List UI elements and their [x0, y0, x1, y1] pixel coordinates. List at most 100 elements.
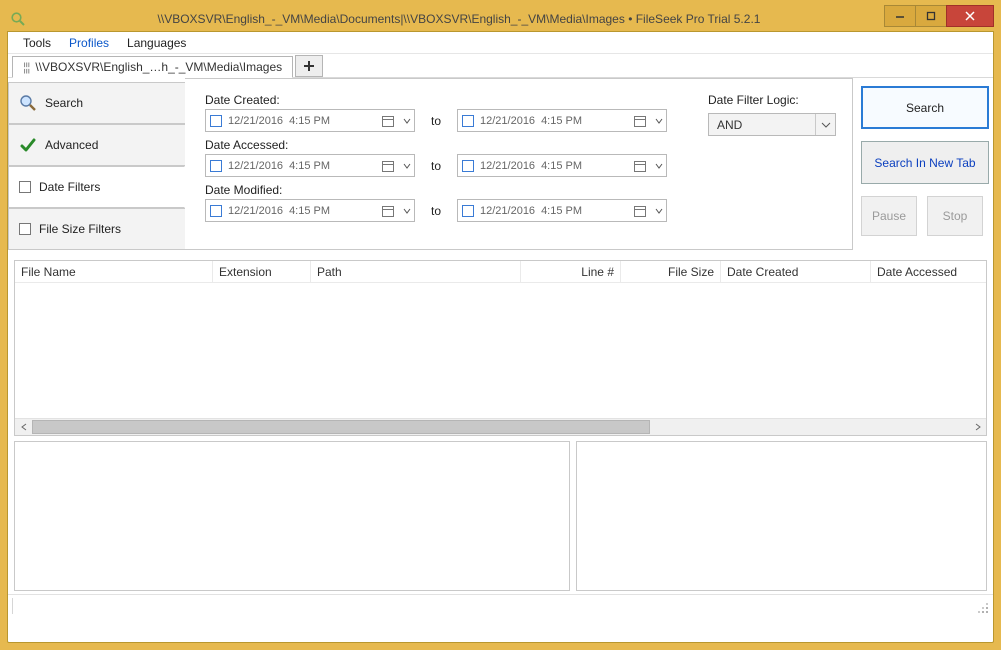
minimize-button[interactable]	[884, 5, 916, 27]
col-date-created[interactable]: Date Created	[721, 261, 871, 282]
tab-filter-icon: ¦¦¦	[23, 60, 29, 74]
magnifier-icon	[19, 94, 37, 112]
titlebar: \\VBOXSVR\English_-_VM\Media\Documents|\…	[7, 7, 994, 31]
app-icon	[9, 10, 27, 28]
filter-logic-column: Date Filter Logic: AND	[708, 89, 840, 237]
calendar-icon[interactable]	[632, 113, 648, 129]
window-controls	[885, 5, 994, 27]
search-new-tab-button[interactable]: Search In New Tab	[861, 141, 989, 184]
col-path[interactable]: Path	[311, 261, 521, 282]
results-h-scrollbar[interactable]	[15, 418, 986, 435]
checkbox-date-filters[interactable]	[19, 181, 31, 193]
date-created-from[interactable]: 12/21/2016 4:15 PM	[205, 109, 415, 132]
filter-sidebar: Search Advanced Date Filters File Size F…	[8, 78, 185, 250]
stop-label: Stop	[943, 209, 968, 223]
sidebar-label-date-filters: Date Filters	[39, 180, 100, 194]
chevron-down-icon[interactable]	[402, 207, 412, 215]
time-value: 4:15 PM	[289, 160, 330, 172]
chevron-down-icon[interactable]	[654, 117, 664, 125]
scroll-right-icon[interactable]	[969, 419, 986, 436]
calendar-icon[interactable]	[632, 203, 648, 219]
col-filename[interactable]: File Name	[15, 261, 213, 282]
close-button[interactable]	[946, 5, 994, 27]
date-accessed-label: Date Accessed:	[205, 138, 667, 152]
date-created-label: Date Created:	[205, 93, 667, 107]
statusbar	[8, 594, 993, 616]
scroll-track[interactable]	[32, 419, 969, 435]
checkbox-filesize-filters[interactable]	[19, 223, 31, 235]
window-title: \\VBOXSVR\English_-_VM\Media\Documents|\…	[33, 12, 885, 26]
scroll-left-icon[interactable]	[15, 419, 32, 436]
sidebar-item-search[interactable]: Search	[8, 82, 185, 124]
lower-panes	[14, 441, 987, 591]
time-value: 4:15 PM	[289, 115, 330, 127]
date-accessed-from[interactable]: 12/21/2016 4:15 PM	[205, 154, 415, 177]
action-column: Search Search In New Tab Pause Stop	[853, 78, 993, 250]
chevron-down-icon[interactable]	[402, 117, 412, 125]
date-grid: Date Created: 12/21/2016 4:15 PM to 12/21…	[205, 89, 667, 237]
calendar-icon[interactable]	[632, 158, 648, 174]
preview-pane-left[interactable]	[14, 441, 570, 591]
date-value: 12/21/2016	[480, 160, 535, 172]
sidebar-item-date-filters[interactable]: Date Filters	[8, 166, 185, 208]
menu-languages[interactable]: Languages	[118, 34, 195, 52]
date-modified-from[interactable]: 12/21/20164:15 PM	[205, 199, 415, 222]
maximize-button[interactable]	[915, 5, 947, 27]
time-value: 4:15 PM	[541, 115, 582, 127]
filter-logic-value: AND	[717, 118, 742, 132]
search-button[interactable]: Search	[861, 86, 989, 129]
checkbox-icon[interactable]	[210, 205, 222, 217]
tab-add-button[interactable]	[295, 55, 323, 77]
sidebar-item-advanced[interactable]: Advanced	[8, 124, 185, 166]
results-header: File Name Extension Path Line # File Siz…	[15, 261, 986, 283]
col-date-accessed[interactable]: Date Accessed	[871, 261, 986, 282]
tab-current[interactable]: ¦¦¦ \\VBOXSVR\English_…h_-_VM\Media\Imag…	[12, 56, 293, 78]
stop-button[interactable]: Stop	[927, 196, 983, 236]
search-button-label: Search	[906, 101, 944, 115]
calendar-icon[interactable]	[380, 113, 396, 129]
date-modified-to[interactable]: 12/21/20164:15 PM	[457, 199, 667, 222]
date-filters-panel: Date Created: 12/21/2016 4:15 PM to 12/21…	[185, 78, 853, 250]
results-body[interactable]	[15, 283, 986, 418]
menu-tools[interactable]: Tools	[14, 34, 60, 52]
filter-logic-select[interactable]: AND	[708, 113, 836, 136]
calendar-icon[interactable]	[380, 158, 396, 174]
date-value: 12/21/2016	[228, 160, 283, 172]
chevron-down-icon[interactable]	[654, 207, 664, 215]
pause-button[interactable]: Pause	[861, 196, 917, 236]
checkbox-icon[interactable]	[462, 160, 474, 172]
date-value: 12/21/2016	[228, 205, 283, 217]
menu-profiles[interactable]: Profiles	[60, 34, 118, 52]
tab-label: \\VBOXSVR\English_…h_-_VM\Media\Images	[35, 60, 282, 74]
chevron-down-icon[interactable]	[402, 162, 412, 170]
calendar-icon[interactable]	[380, 203, 396, 219]
search-new-tab-label: Search In New Tab	[874, 156, 975, 170]
filters-row: Search Advanced Date Filters File Size F…	[8, 78, 993, 250]
workarea: Search Advanced Date Filters File Size F…	[8, 78, 993, 642]
chevron-down-icon[interactable]	[654, 162, 664, 170]
checkbox-icon[interactable]	[210, 115, 222, 127]
col-extension[interactable]: Extension	[213, 261, 311, 282]
col-filesize[interactable]: File Size	[621, 261, 721, 282]
date-created-to[interactable]: 12/21/2016 4:15 PM	[457, 109, 667, 132]
to-label: to	[421, 154, 451, 177]
date-accessed-to[interactable]: 12/21/2016 4:15 PM	[457, 154, 667, 177]
time-value: 4:15 PM	[541, 160, 582, 172]
status-segment	[12, 598, 212, 614]
resize-grip-icon[interactable]	[973, 598, 989, 614]
checkbox-icon[interactable]	[210, 160, 222, 172]
pause-label: Pause	[872, 209, 906, 223]
date-value: 12/21/2016	[480, 115, 535, 127]
scroll-thumb[interactable]	[32, 420, 650, 434]
checkbox-icon[interactable]	[462, 205, 474, 217]
sidebar-label-search: Search	[45, 96, 83, 110]
tabbar: ¦¦¦ \\VBOXSVR\English_…h_-_VM\Media\Imag…	[8, 54, 993, 78]
date-modified-label: Date Modified:	[205, 183, 667, 197]
date-value: 12/21/2016	[228, 115, 283, 127]
sidebar-item-filesize-filters[interactable]: File Size Filters	[8, 208, 185, 250]
results-table: File Name Extension Path Line # File Siz…	[14, 260, 987, 436]
filter-logic-label: Date Filter Logic:	[708, 93, 836, 107]
preview-pane-right[interactable]	[576, 441, 987, 591]
checkbox-icon[interactable]	[462, 115, 474, 127]
col-line[interactable]: Line #	[521, 261, 621, 282]
